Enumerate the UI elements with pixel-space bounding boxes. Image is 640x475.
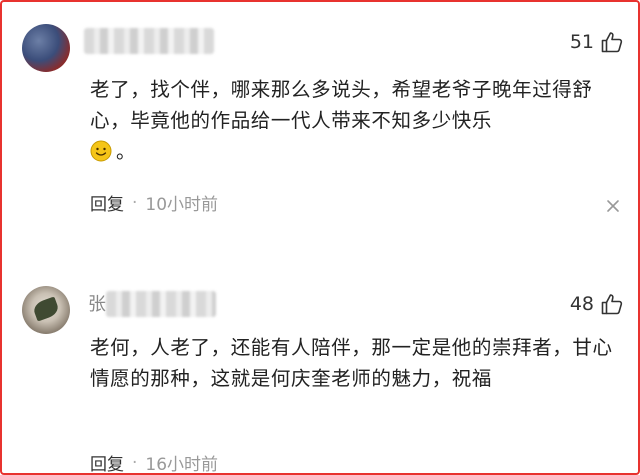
separator: · (132, 452, 138, 473)
timestamp: 16小时前 (145, 455, 219, 475)
like-button[interactable]: 48 (570, 292, 624, 316)
username-blurred[interactable] (84, 28, 214, 54)
timestamp: 10小时前 (145, 195, 219, 215)
separator: · (132, 192, 138, 213)
comment-text: 老了，找个伴，哪来那么多说头，希望老爷子晚年过得舒心，毕竟他的作品给一代人带来不… (90, 78, 593, 163)
slightly-smiling-face-icon (90, 140, 112, 162)
avatar[interactable] (22, 286, 70, 334)
avatar[interactable] (22, 24, 70, 72)
comment-item: 51 老了，找个伴，哪来那么多说头，希望老爷子晚年过得舒心，毕竟他的作品给一代人… (2, 2, 638, 252)
reply-button[interactable]: 回复 (90, 450, 124, 475)
username-prefix[interactable]: 张 (88, 290, 106, 316)
comment-meta: 回复 · 10小时前 (90, 190, 219, 216)
comment-meta: 回复 · 16小时前 (90, 450, 218, 475)
thumbs-up-icon (601, 294, 623, 315)
comment-item: 张 48 老何，人老了，还能有人陪伴，那一定是他的崇拜者，甘心情愿的那种，这就是… (2, 264, 638, 475)
thumbs-up-icon (601, 32, 623, 53)
close-icon[interactable] (606, 199, 620, 213)
like-count: 51 (569, 31, 594, 53)
divider (2, 250, 638, 264)
like-count: 48 (569, 293, 594, 315)
like-button[interactable]: 51 (570, 30, 624, 54)
reply-button[interactable]: 回复 (90, 190, 124, 215)
comment-panel: 51 老了，找个伴，哪来那么多说头，希望老爷子晚年过得舒心，毕竟他的作品给一代人… (0, 0, 640, 475)
username-blurred[interactable] (106, 291, 216, 317)
comment-text: 老何，人老了，还能有人陪伴，那一定是他的崇拜者，甘心情愿的那种，这就是何庆奎老师… (90, 336, 613, 390)
